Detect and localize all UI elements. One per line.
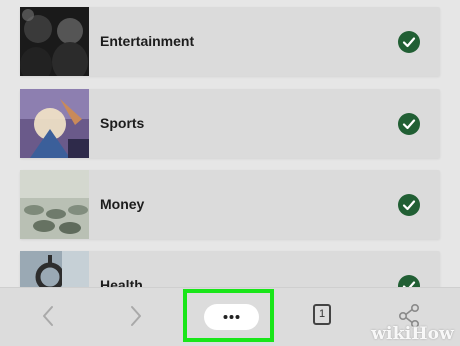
category-item-entertainment[interactable]: Entertainment <box>20 7 440 76</box>
category-label: Sports <box>100 115 145 131</box>
health-thumbnail <box>20 251 89 287</box>
category-item-money[interactable]: Money <box>20 170 440 239</box>
watermark-how: How <box>411 324 454 344</box>
bottom-toolbar: 1 wikiHow <box>0 287 460 346</box>
category-item-sports[interactable]: Sports <box>20 89 440 158</box>
category-label: Entertainment <box>100 33 195 49</box>
sports-thumbnail <box>20 89 89 158</box>
money-thumbnail <box>20 170 89 239</box>
more-button-highlight <box>183 289 274 342</box>
chevron-left-icon[interactable] <box>40 304 56 333</box>
tabs-button[interactable]: 1 <box>313 304 331 325</box>
checkmark-icon[interactable] <box>398 275 420 287</box>
wikihow-watermark: wikiHow <box>371 324 454 344</box>
watermark-wiki: wiki <box>371 324 412 344</box>
checkmark-icon[interactable] <box>398 113 420 135</box>
entertainment-thumbnail <box>20 7 89 76</box>
category-label: Health <box>100 277 143 287</box>
checkmark-icon[interactable] <box>398 31 420 53</box>
ellipsis-icon <box>223 315 240 319</box>
more-button[interactable] <box>204 304 259 330</box>
tabs-count: 1 <box>318 308 326 320</box>
category-label: Money <box>100 196 145 212</box>
checkmark-icon[interactable] <box>398 194 420 216</box>
category-item-health[interactable]: Health <box>20 251 440 287</box>
category-list: Entertainment Sports Money Health <box>0 0 460 287</box>
chevron-right-icon[interactable] <box>128 304 144 333</box>
